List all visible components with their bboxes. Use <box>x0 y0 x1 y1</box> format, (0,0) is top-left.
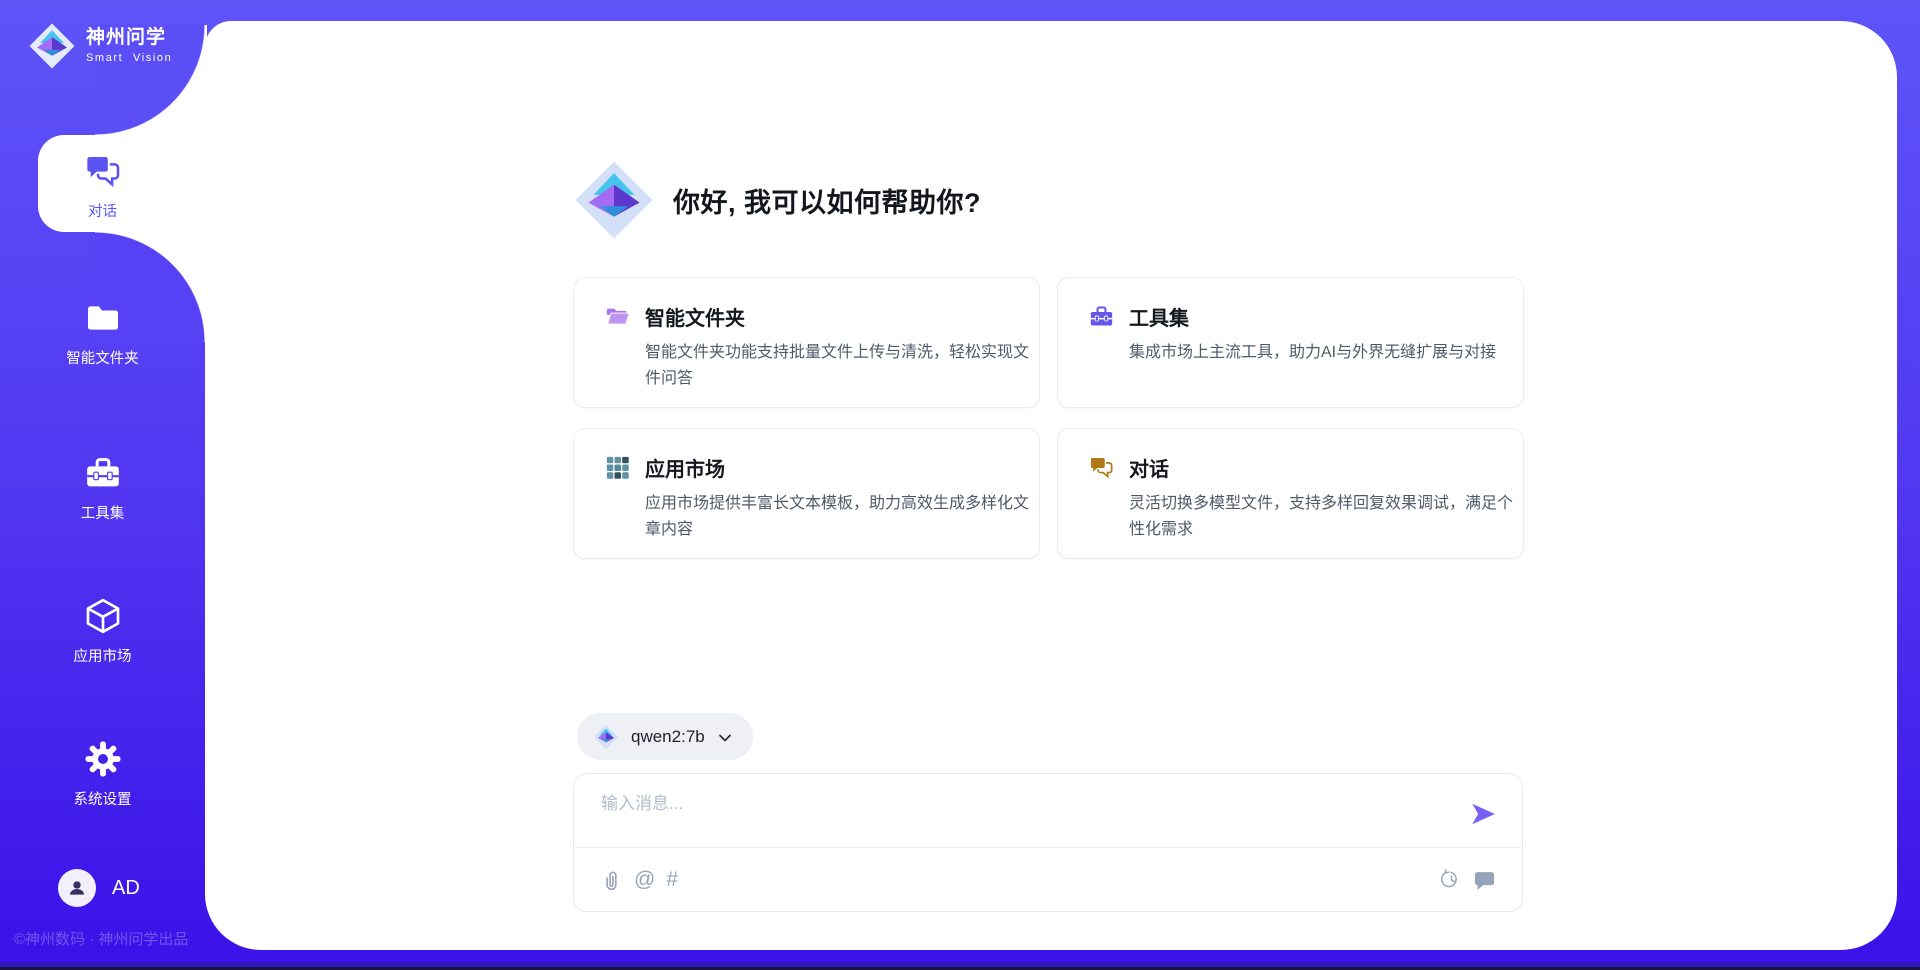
avatar <box>58 869 96 907</box>
model-selector[interactable]: qwen2:7b <box>577 713 753 760</box>
card-description: 应用市场提供丰富长文本模板，助力高效生成多样化文章内容 <box>645 491 1037 542</box>
card-app-market[interactable]: 应用市场 应用市场提供丰富长文本模板，助力高效生成多样化文章内容 <box>573 428 1040 559</box>
copyright-footer: ©神州数码 · 神州问学出品 <box>14 928 188 949</box>
sidebar-item-label: 工具集 <box>81 502 125 523</box>
card-head: 智能文件夹 <box>604 302 1011 331</box>
message-input[interactable] <box>601 789 1461 837</box>
brand-logo-icon <box>593 724 619 750</box>
chat-icon <box>1088 454 1115 481</box>
card-toolset[interactable]: 工具集 集成市场上主流工具，助力AI与外界无缝扩展与对接 <box>1057 277 1524 408</box>
card-title: 应用市场 <box>645 453 725 482</box>
sidebar-item-app-market[interactable]: 应用市场 <box>0 583 205 679</box>
card-head: 对话 <box>1088 453 1495 482</box>
card-description: 智能文件夹功能支持批量文件上传与清洗，轻松实现文件问答 <box>645 340 1037 391</box>
sidebar-item-label: 系统设置 <box>74 788 132 809</box>
hash-icon[interactable]: # <box>666 869 678 890</box>
sidebar-item-smart-folder[interactable]: 智能文件夹 <box>0 285 205 381</box>
sidebar-item-label: 应用市场 <box>74 645 132 666</box>
card-title: 智能文件夹 <box>645 302 745 331</box>
sidebar-item-toolset[interactable]: 工具集 <box>0 440 205 536</box>
folder-icon <box>83 298 123 338</box>
card-description: 灵活切换多模型文件，支持多样回复效果调试，满足个性化需求 <box>1129 491 1521 542</box>
main-panel: 你好, 我可以如何帮助你? 智能文件夹 智能文件夹功能支持批量文件上传与清洗，轻… <box>205 21 1897 950</box>
gear-icon <box>83 739 123 779</box>
composer: @ # <box>573 773 1523 912</box>
brand: 神州问学 Smart Vision <box>28 22 172 70</box>
sidebar-item-label: 智能文件夹 <box>66 347 139 368</box>
person-icon <box>65 876 89 900</box>
chat-bubble-icon[interactable] <box>1473 868 1496 891</box>
brand-logo-icon <box>573 159 655 241</box>
toolbox-icon <box>83 453 123 493</box>
grid-icon <box>604 454 631 481</box>
card-head: 工具集 <box>1088 302 1495 331</box>
at-icon[interactable]: @ <box>634 869 655 890</box>
card-title: 工具集 <box>1129 302 1189 331</box>
card-title: 对话 <box>1129 453 1169 482</box>
model-name: qwen2:7b <box>631 727 705 747</box>
composer-toolbar: @ # <box>600 859 1496 899</box>
cube-icon <box>83 596 123 636</box>
user-initials: AD <box>112 877 140 900</box>
user-menu[interactable]: AD <box>58 869 140 907</box>
sidebar-item-chat[interactable]: 对话 <box>0 138 205 234</box>
briefcase-icon <box>1088 303 1115 330</box>
chevron-down-icon <box>717 728 733 746</box>
card-smart-folder[interactable]: 智能文件夹 智能文件夹功能支持批量文件上传与清洗，轻松实现文件问答 <box>573 277 1040 408</box>
paperclip-icon[interactable] <box>600 868 623 891</box>
sidebar-item-settings[interactable]: 系统设置 <box>0 726 205 822</box>
composer-divider <box>575 847 1521 848</box>
brand-logo-icon <box>28 22 76 70</box>
history-icon[interactable] <box>1441 869 1462 890</box>
app-screen: 你好, 我可以如何帮助你? 智能文件夹 智能文件夹功能支持批量文件上传与清洗，轻… <box>0 0 1920 970</box>
brand-subtitle: Smart Vision <box>86 52 172 64</box>
brand-name: 神州问学 <box>86 28 172 49</box>
card-description: 集成市场上主流工具，助力AI与外界无缝扩展与对接 <box>1129 340 1521 366</box>
card-head: 应用市场 <box>604 453 1011 482</box>
send-icon <box>1469 800 1497 828</box>
chat-icon <box>83 151 123 191</box>
folder-open-icon <box>604 303 631 330</box>
greeting-text: 你好, 我可以如何帮助你? <box>673 181 981 220</box>
sidebar: 神州问学 Smart Vision 对话 智能文件夹 <box>0 0 205 970</box>
sidebar-item-label: 对话 <box>88 200 117 221</box>
card-chat[interactable]: 对话 灵活切换多模型文件，支持多样回复效果调试，满足个性化需求 <box>1057 428 1524 559</box>
greeting-block: 你好, 我可以如何帮助你? <box>573 159 981 241</box>
send-button[interactable] <box>1469 800 1497 828</box>
